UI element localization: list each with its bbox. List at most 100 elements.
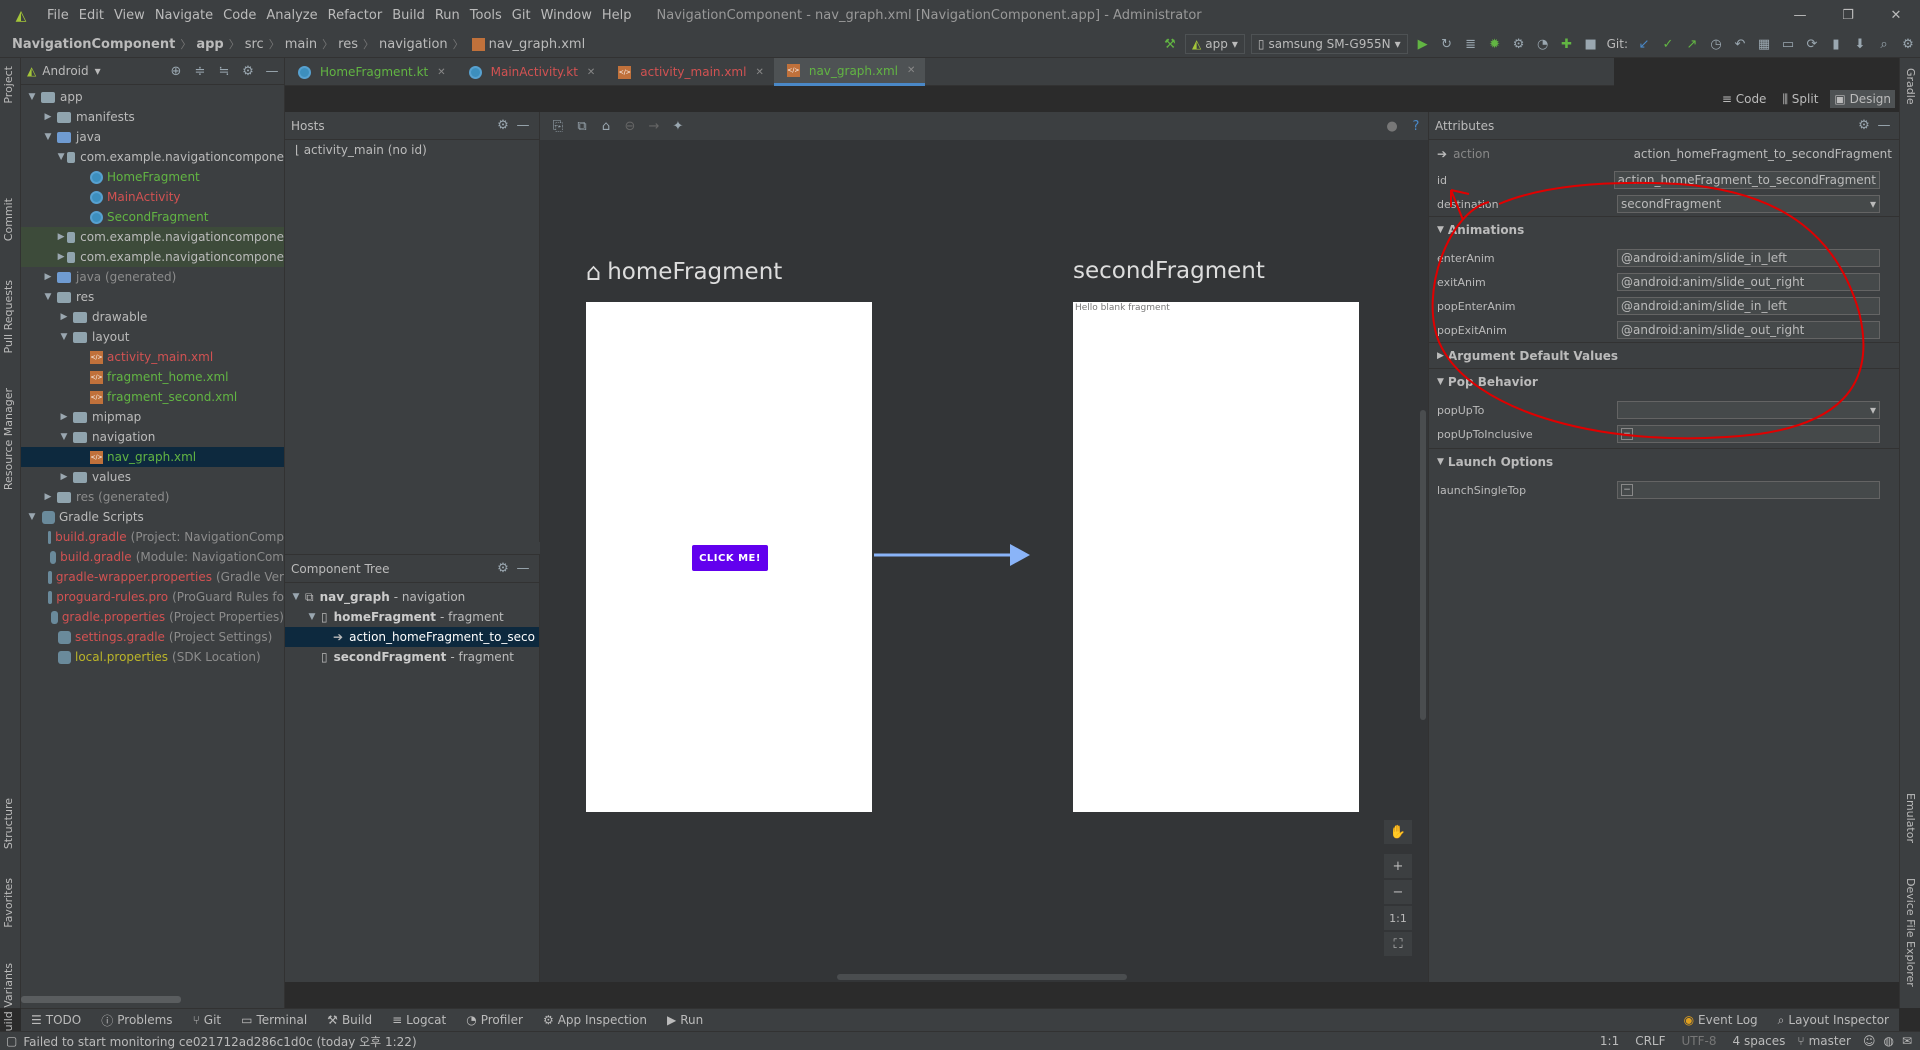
zoom-fit-icon[interactable]: ⛶: [1384, 932, 1412, 956]
chevron-down-icon[interactable]: ▾: [95, 64, 101, 78]
project-tree-item[interactable]: ▶ java (generated): [21, 267, 284, 287]
tool-window-git[interactable]: ⑂ Git: [183, 1013, 232, 1027]
tab-favorites[interactable]: Favorites: [2, 878, 15, 928]
close-tab-icon[interactable]: ✕: [587, 67, 595, 78]
zoom-in-icon[interactable]: +: [1384, 854, 1412, 878]
chevron-down-icon[interactable]: ▼: [41, 292, 55, 302]
tab-structure[interactable]: Structure: [2, 798, 15, 849]
home-fragment-title[interactable]: ⌂ homeFragment: [586, 258, 782, 286]
minimize-icon[interactable]: —: [1776, 0, 1824, 31]
tab-device-file-explorer[interactable]: Device File Explorer: [1904, 878, 1917, 987]
git-history-icon[interactable]: ◷: [1704, 33, 1728, 55]
project-tree-item[interactable]: SecondFragment: [21, 207, 284, 227]
project-tree-item[interactable]: ▶ values: [21, 467, 284, 487]
project-tree-item[interactable]: ▶ mipmap: [21, 407, 284, 427]
project-tree-item[interactable]: gradle.properties (Project Properties): [21, 607, 284, 627]
project-tree-item[interactable]: </> nav_graph.xml: [21, 447, 284, 467]
device-manager-icon[interactable]: ▮: [1824, 33, 1848, 55]
component-tree-item[interactable]: ➔ action_homeFragment_to_seco: [285, 627, 539, 647]
close-tab-icon[interactable]: ✕: [907, 65, 915, 76]
chevron-right-icon[interactable]: ▶: [41, 112, 55, 122]
nested-graph-icon[interactable]: ⧉: [570, 115, 594, 137]
action-arrow[interactable]: [872, 540, 1032, 570]
home-fragment-preview[interactable]: CLICK ME!: [586, 302, 872, 812]
gear-icon[interactable]: ⚙: [236, 60, 260, 82]
hide-icon[interactable]: —: [1874, 115, 1894, 137]
project-tree-item[interactable]: settings.gradle (Project Settings): [21, 627, 284, 647]
menu-view[interactable]: View: [109, 8, 150, 23]
editor-tab[interactable]: MainActivity.kt ✕: [456, 58, 606, 86]
project-tree-item[interactable]: </> activity_main.xml: [21, 347, 284, 367]
menu-help[interactable]: Help: [597, 8, 637, 23]
close-tab-icon[interactable]: ✕: [437, 67, 445, 78]
stop-icon[interactable]: ■: [1579, 33, 1603, 55]
hide-icon[interactable]: —: [513, 115, 533, 137]
project-tree-item[interactable]: ▶ manifests: [21, 107, 284, 127]
tab-gradle[interactable]: Gradle: [1904, 68, 1917, 105]
component-tree-item[interactable]: ▯ secondFragment - fragment: [285, 647, 539, 667]
project-tree-item[interactable]: local.properties (SDK Location): [21, 647, 284, 667]
menu-code[interactable]: Code: [218, 8, 261, 23]
project-tree-item[interactable]: ▼ com.example.navigationcompone: [21, 147, 284, 167]
line-separator[interactable]: CRLF: [1635, 1034, 1665, 1048]
git-branch[interactable]: master: [1809, 1034, 1851, 1048]
project-structure-icon[interactable]: ▦: [1752, 33, 1776, 55]
tab-commit[interactable]: Commit: [2, 198, 15, 241]
status-toggle-icon[interactable]: ▢: [6, 1034, 17, 1048]
chevron-down-icon[interactable]: ▼: [41, 132, 55, 142]
tool-window-build[interactable]: ⚒ Build: [317, 1013, 382, 1027]
project-tree-item[interactable]: ▼ java: [21, 127, 284, 147]
git-update-icon[interactable]: ↙: [1632, 33, 1656, 55]
editor-tab[interactable]: </> activity_main.xml ✕: [605, 58, 774, 86]
device-select[interactable]: ▯ samsung SM-G955N ▾: [1250, 34, 1408, 54]
caret-position[interactable]: 1:1: [1600, 1034, 1619, 1048]
second-fragment-label[interactable]: secondFragment: [1073, 258, 1265, 284]
chevron-down-icon[interactable]: ▼: [289, 592, 303, 602]
file-encoding[interactable]: UTF-8: [1682, 1034, 1717, 1048]
chevron-down-icon[interactable]: ▼: [25, 92, 39, 102]
run-config-select[interactable]: ◭ app ▾: [1185, 34, 1245, 54]
breadcrumb-item[interactable]: main: [285, 37, 317, 52]
notifications-icon[interactable]: ✉: [1902, 1034, 1912, 1048]
profile-icon[interactable]: ◔: [1531, 33, 1555, 55]
coverage-icon[interactable]: ✚: [1555, 33, 1579, 55]
project-tree-item[interactable]: build.gradle (Project: NavigationComp: [21, 527, 284, 547]
layout-inspector-button[interactable]: ⌕ Layout Inspector: [1768, 1013, 1899, 1028]
split-mode-button[interactable]: ⫼ Split: [1778, 90, 1822, 109]
action-icon[interactable]: →: [642, 115, 666, 137]
project-tree-item[interactable]: ▼ layout: [21, 327, 284, 347]
component-tree-item[interactable]: ▼ ▯ homeFragment - fragment: [285, 607, 539, 627]
apply-code-icon[interactable]: ≣: [1459, 33, 1483, 55]
project-tree-item[interactable]: gradle-wrapper.properties (Gradle Ver: [21, 567, 284, 587]
chevron-right-icon[interactable]: ▶: [41, 272, 55, 282]
close-tab-icon[interactable]: ✕: [755, 67, 763, 78]
deep-link-icon[interactable]: ⊖: [618, 115, 642, 137]
pan-icon[interactable]: ✋: [1384, 820, 1412, 844]
locate-icon[interactable]: ⊕: [164, 60, 188, 82]
hide-icon[interactable]: —: [513, 558, 533, 580]
debug-icon[interactable]: ✹: [1483, 33, 1507, 55]
project-tree-item[interactable]: HomeFragment: [21, 167, 284, 187]
gear-icon[interactable]: ⚙: [493, 558, 513, 580]
editor-tab[interactable]: </> nav_graph.xml ✕: [773, 58, 926, 86]
chevron-right-icon[interactable]: ▶: [57, 252, 65, 262]
inspection-icon[interactable]: ☺: [1863, 1034, 1876, 1048]
warning-icon[interactable]: ●: [1380, 115, 1404, 137]
breadcrumb-item[interactable]: app: [196, 37, 223, 52]
chevron-right-icon[interactable]: ▶: [57, 472, 71, 482]
zoom-out-icon[interactable]: −: [1384, 880, 1412, 904]
tool-window-terminal[interactable]: ▭ Terminal: [231, 1013, 317, 1027]
project-tree-item[interactable]: ▼ app: [21, 87, 284, 107]
menu-refactor[interactable]: Refactor: [323, 8, 388, 23]
sdk-manager-icon[interactable]: ⬇: [1848, 33, 1872, 55]
restore-icon[interactable]: ❐: [1824, 0, 1872, 31]
git-commit-icon[interactable]: ✓: [1656, 33, 1680, 55]
chevron-down-icon[interactable]: ▼: [57, 152, 65, 162]
tool-window-profiler[interactable]: ◔ Profiler: [456, 1013, 533, 1027]
second-fragment-preview[interactable]: Hello blank fragment: [1073, 302, 1359, 812]
zoom-actual-button[interactable]: 1:1: [1384, 906, 1412, 930]
tool-window-run[interactable]: ▶ Run: [657, 1013, 713, 1027]
auto-arrange-icon[interactable]: ✦: [666, 115, 690, 137]
chevron-down-icon[interactable]: ▼: [57, 432, 71, 442]
avd-manager-icon[interactable]: ▭: [1776, 33, 1800, 55]
